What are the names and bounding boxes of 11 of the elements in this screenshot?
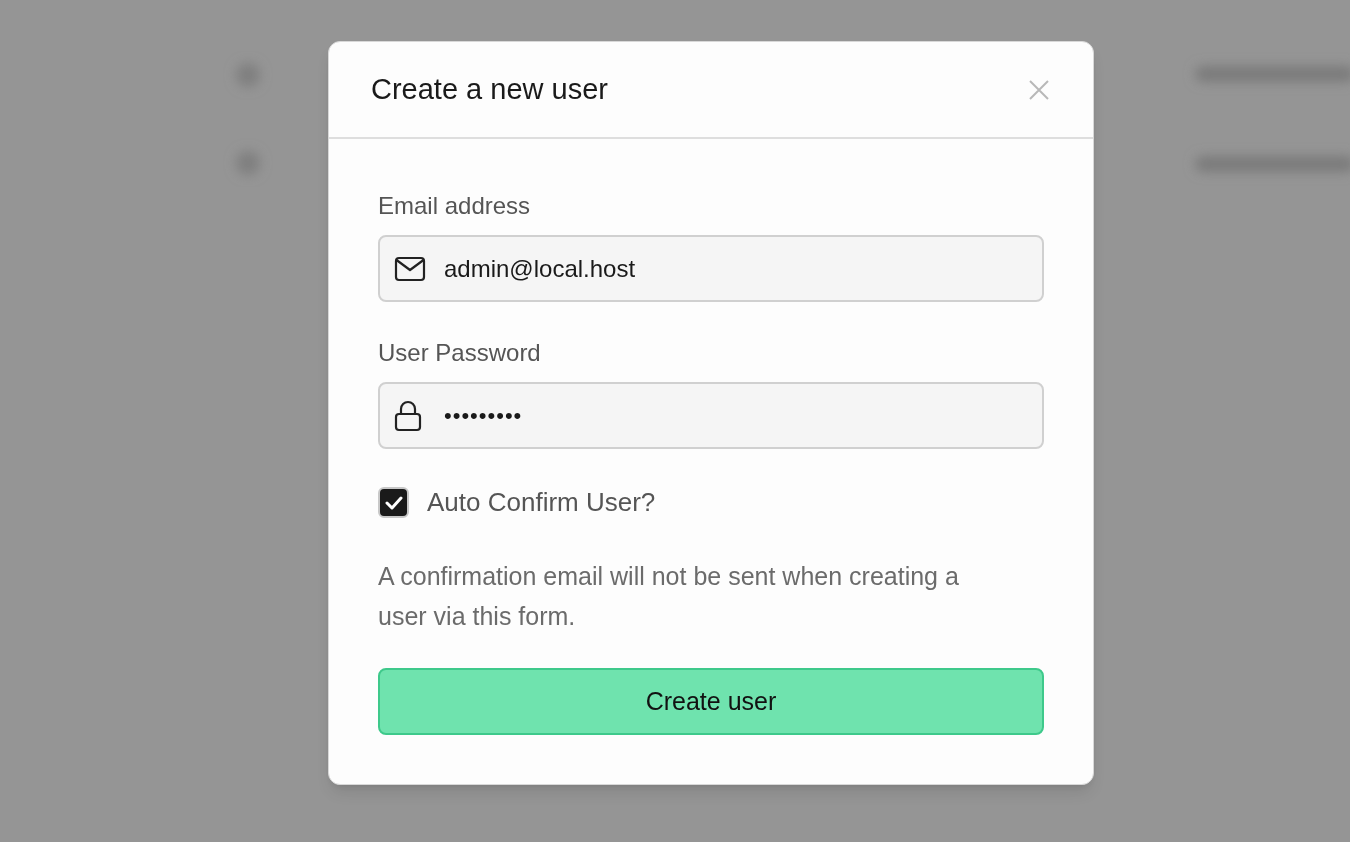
create-user-button[interactable]: Create user [378,668,1044,735]
lock-icon [394,399,422,432]
dialog-title: Create a new user [371,71,608,107]
checkbox[interactable] [378,487,409,518]
email-field[interactable]: admin@local.host [378,235,1044,302]
info-text: A confirmation email will not be sent when creating a user via this form. [378,561,960,632]
field-label: User Password [378,338,542,368]
mail-icon [394,255,426,282]
checkbox-label: Auto Confirm User? [427,486,656,519]
password-field[interactable]: ••••••••• [378,382,1044,449]
field-label: Email address [378,191,532,221]
